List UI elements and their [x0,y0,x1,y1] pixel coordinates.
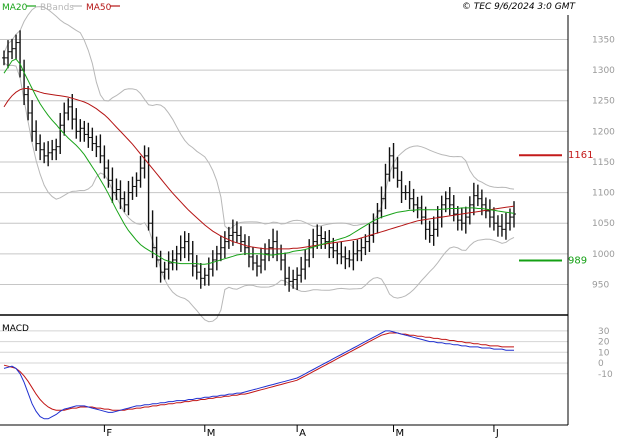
price-tick-label: 1050 [592,219,615,229]
month-tick-label: M [207,428,216,439]
price-tick-label: 1350 [592,35,615,45]
month-tick-label: F [106,428,112,439]
price-tick-label: 950 [592,280,609,290]
price-tick-label: 1200 [592,127,615,137]
legend-ma50-label: MA50 [86,3,112,13]
price-tick-label: 1100 [592,189,615,199]
month-tick: M [393,425,405,439]
price-panel-background [0,15,568,315]
price-tick-label: 1000 [592,250,615,260]
macd-line [3,330,514,420]
price-axis: 950 1000 1050 1100 1150 1200 1250 1300 1350 [592,35,615,290]
month-tick-label: A [299,428,306,439]
legend: MA20 BBands MA50 [2,3,120,13]
macd-axis: 3020100-10 [598,327,613,380]
price-tick-label: 1150 [592,158,615,168]
macd-gridlines [0,330,568,375]
price-tick-label: 1250 [592,97,615,107]
price-tick-label: 1300 [592,66,615,76]
month-tick-label: J [495,428,499,439]
stock-chart: MA20 BBands MA50 © TEC 9/6/2024 3:0 GMT … [0,2,615,439]
macd-signal-line [3,332,514,411]
macd-tick-label: 30 [598,327,610,337]
month-tick-label: M [396,428,405,439]
macd-tick-label: 20 [598,338,610,348]
legend-ma20-label: MA20 [2,3,28,13]
month-tick: A [296,425,306,439]
month-axis: FMAMJ [103,425,499,439]
month-tick: F [103,425,112,439]
macd-tick-label: 0 [598,359,604,369]
macd-tick-label: 10 [598,348,610,358]
macd-label: MACD [2,324,29,334]
price-marker-label: 989 [568,256,587,267]
month-tick: M [204,425,216,439]
price-marker-label: 1161 [568,150,593,161]
month-tick: J [493,425,499,439]
macd-tick-label: -10 [598,370,613,380]
copyright-text: © TEC 9/6/2024 3:0 GMT [462,2,577,12]
